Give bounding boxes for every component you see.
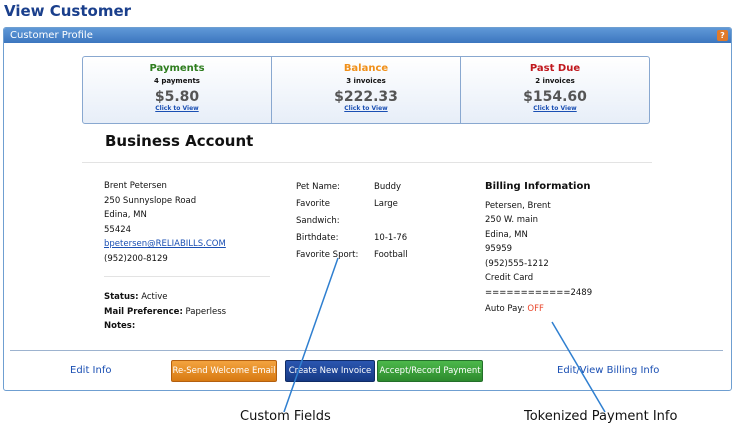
custom-fields-annotation: Custom Fields xyxy=(240,409,331,424)
tokenized-payment-annotation: Tokenized Payment Info xyxy=(524,409,678,424)
callout-lines xyxy=(283,257,606,413)
tokenized-callout-line xyxy=(551,321,606,413)
custom-fields-callout-line xyxy=(283,257,339,413)
